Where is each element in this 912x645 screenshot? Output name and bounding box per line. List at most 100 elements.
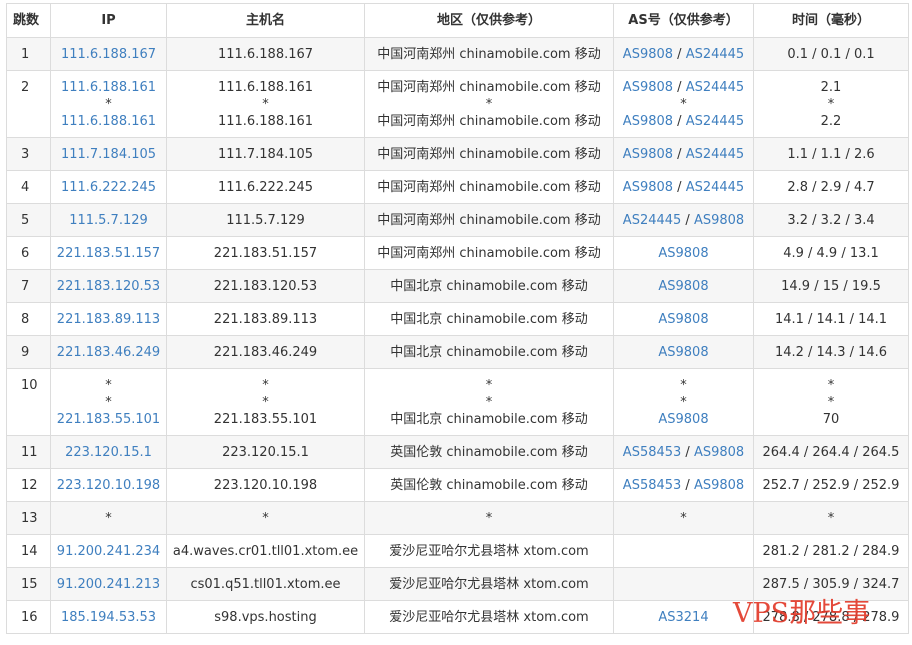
- as-separator: /: [673, 179, 686, 195]
- host-cell: 221.183.89.113: [166, 302, 365, 336]
- region-text: 中国河南郑州 chinamobile.com 移动: [377, 179, 601, 195]
- as-separator: /: [681, 444, 694, 460]
- ip-timeout: *: [105, 377, 112, 393]
- hop-cell: 16: [6, 600, 51, 634]
- ip-link[interactable]: 221.183.51.157: [53, 245, 164, 262]
- region-cell: 爱沙尼亚哈尔尤县塔林 xtom.com: [364, 534, 614, 568]
- as-link[interactable]: AS9808: [658, 246, 708, 261]
- region-text: 中国河南郑州 chinamobile.com 移动: [377, 79, 601, 95]
- ip-link[interactable]: 221.183.55.101: [53, 411, 164, 428]
- hop-cell: 3: [6, 137, 51, 171]
- latency-text: *: [827, 377, 835, 393]
- ip-link[interactable]: 223.120.10.198: [53, 477, 164, 494]
- region-cell: 中国河南郑州 chinamobile.com 移动 * 中国河南郑州 chinamo…: [364, 70, 614, 138]
- as-link[interactable]: AS9808: [658, 279, 708, 294]
- region-cell: 中国河南郑州 chinamobile.com 移动: [364, 170, 614, 204]
- region-cell: *: [364, 501, 614, 535]
- time-cell: 14.9 / 15 / 19.5: [753, 269, 909, 303]
- table-row: 7 221.183.120.53 221.183.120.53 中国北京 chinam…: [6, 269, 909, 303]
- hostname-text: 111.6.188.161: [217, 79, 314, 95]
- as-link[interactable]: AS9808: [623, 147, 673, 162]
- as-separator: /: [673, 146, 686, 162]
- ip-link[interactable]: 221.183.46.249: [53, 344, 164, 361]
- latency-text: 264.4 / 264.4 / 264.5: [762, 444, 900, 460]
- as-link[interactable]: AS9808: [694, 213, 744, 228]
- latency-text: *: [827, 394, 835, 410]
- as-link[interactable]: AS24445: [623, 213, 682, 228]
- hostname-text: 223.120.10.198: [213, 477, 318, 493]
- as-link[interactable]: AS9808: [623, 180, 673, 195]
- time-cell: 281.2 / 281.2 / 284.9: [753, 534, 909, 568]
- region-text: *: [485, 510, 493, 526]
- as-cell: AS58453 / AS9808: [613, 435, 754, 469]
- ip-cell: 111.6.222.245: [50, 170, 167, 204]
- watermark: VPS那些事: [733, 598, 871, 629]
- as-link[interactable]: AS58453: [623, 478, 682, 493]
- as-link[interactable]: AS9808: [694, 445, 744, 460]
- table-row: 8 221.183.89.113 221.183.89.113 中国北京 chinam…: [6, 302, 909, 336]
- ip-cell: 111.5.7.129: [50, 203, 167, 237]
- table-row: 4 111.6.222.245 111.6.222.245 中国河南郑州 chinam…: [6, 170, 909, 204]
- region-cell: 中国北京 chinamobile.com 移动: [364, 335, 614, 369]
- as-link[interactable]: AS58453: [623, 445, 682, 460]
- as-link[interactable]: AS9808: [623, 114, 673, 129]
- as-separator: /: [673, 113, 686, 129]
- as-link[interactable]: AS9808: [658, 345, 708, 360]
- ip-link[interactable]: 111.6.222.245: [53, 179, 164, 196]
- region-text: 爱沙尼亚哈尔尤县塔林 xtom.com: [389, 609, 589, 625]
- hostname-text: 111.5.7.129: [226, 212, 305, 228]
- region-text: 中国北京 chinamobile.com 移动: [390, 344, 588, 360]
- ip-link[interactable]: 111.6.188.161: [53, 79, 164, 96]
- as-link[interactable]: AS9808: [623, 80, 673, 95]
- hop-cell: 2: [6, 70, 51, 138]
- region-cell: 英国伦敦 chinamobile.com 移动: [364, 468, 614, 502]
- as-line: AS9808 / AS24445: [616, 179, 751, 196]
- as-link[interactable]: AS24445: [686, 47, 745, 62]
- as-cell: AS9808 / AS24445: [613, 137, 754, 171]
- ip-link[interactable]: 111.5.7.129: [53, 212, 164, 229]
- time-cell: *: [753, 501, 909, 535]
- as-link[interactable]: AS9808: [694, 478, 744, 493]
- ip-link[interactable]: 111.7.184.105: [53, 146, 164, 163]
- ip-link[interactable]: 221.183.120.53: [53, 278, 164, 295]
- ip-link[interactable]: 221.183.89.113: [53, 311, 164, 328]
- as-link[interactable]: AS24445: [686, 180, 745, 195]
- latency-text: 2.2: [820, 113, 842, 129]
- as-line: AS9808: [616, 411, 751, 428]
- ip-link[interactable]: 91.200.241.234: [53, 543, 164, 560]
- hostname-text: *: [262, 377, 269, 393]
- as-link[interactable]: AS3214: [658, 610, 708, 625]
- region-text: 爱沙尼亚哈尔尤县塔林 xtom.com: [389, 543, 589, 559]
- latency-text: 14.2 / 14.3 / 14.6: [774, 344, 888, 360]
- as-line: AS9808: [616, 278, 751, 295]
- ip-timeout: *: [105, 510, 112, 526]
- as-link[interactable]: AS24445: [686, 80, 745, 95]
- as-cell: [613, 534, 754, 568]
- as-line: AS24445 / AS9808: [616, 212, 751, 229]
- latency-text: 2.8 / 2.9 / 4.7: [787, 179, 875, 195]
- ip-cell: 111.6.188.161 * 111.6.188.161: [50, 70, 167, 138]
- latency-text: 1.1 / 1.1 / 2.6: [787, 146, 875, 162]
- as-line: AS58453 / AS9808: [616, 477, 751, 494]
- as-link[interactable]: AS24445: [686, 147, 745, 162]
- host-cell: s98.vps.hosting: [166, 600, 365, 634]
- ip-link[interactable]: 91.200.241.213: [53, 576, 164, 593]
- as-cell: AS24445 / AS9808: [613, 203, 754, 237]
- as-link[interactable]: AS9808: [658, 412, 708, 427]
- header-as: AS号（仅供参考）: [613, 3, 754, 38]
- as-link[interactable]: AS9808: [623, 47, 673, 62]
- ip-link[interactable]: 185.194.53.53: [53, 609, 164, 626]
- as-cell: AS9808 / AS24445 * AS9808 / AS24445: [613, 70, 754, 138]
- ip-link[interactable]: 223.120.15.1: [53, 444, 164, 461]
- ip-link[interactable]: 111.6.188.161: [53, 113, 164, 130]
- as-line: *: [616, 96, 751, 113]
- time-cell: 14.2 / 14.3 / 14.6: [753, 335, 909, 369]
- region-cell: 中国河南郑州 chinamobile.com 移动: [364, 203, 614, 237]
- as-link[interactable]: AS24445: [686, 114, 745, 129]
- ip-link[interactable]: 111.6.188.167: [53, 46, 164, 63]
- hop-cell: 11: [6, 435, 51, 469]
- as-link[interactable]: AS9808: [658, 312, 708, 327]
- ip-cell: 111.6.188.167: [50, 37, 167, 71]
- as-timeout: *: [680, 394, 687, 410]
- as-line: AS9808 / AS24445: [616, 146, 751, 163]
